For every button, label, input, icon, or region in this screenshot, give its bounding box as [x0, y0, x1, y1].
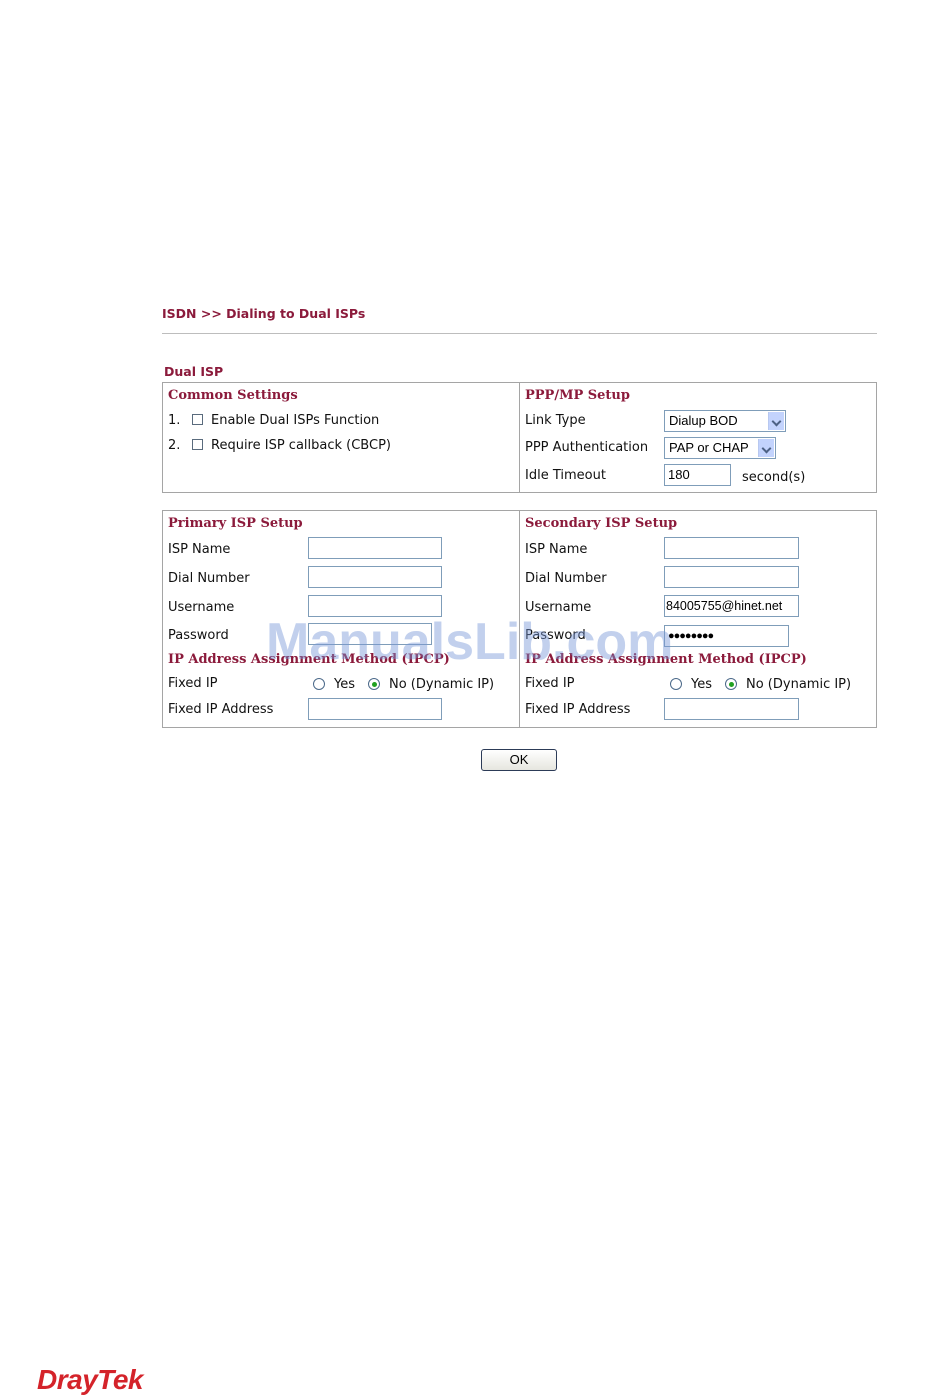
primary-fixed-ip-yes-radio[interactable] [313, 678, 325, 690]
idle-timeout-label: Idle Timeout [525, 468, 606, 483]
primary-fixed-ip-yes-label: Yes [334, 677, 355, 692]
divider [162, 333, 877, 334]
link-type-value: Dialup BOD [669, 413, 738, 428]
primary-dial-number-label: Dial Number [168, 571, 250, 586]
common-settings-header: Common Settings [168, 388, 298, 403]
watermark: ManualsLib.com [266, 613, 674, 671]
secondary-fixed-ip-address-label: Fixed IP Address [525, 702, 631, 717]
secondary-username-input[interactable]: 84005755@hinet.net [664, 595, 799, 617]
primary-username-label: Username [168, 600, 235, 615]
secondary-isp-header: Secondary ISP Setup [525, 516, 678, 531]
secondary-fixed-ip-yes-label: Yes [691, 677, 712, 692]
link-type-label: Link Type [525, 413, 586, 428]
primary-isp-header: Primary ISP Setup [168, 516, 303, 531]
section-title: Dual ISP [164, 364, 224, 379]
secondary-password-input[interactable]: ●●●●●●●● [664, 625, 789, 647]
primary-password-label: Password [168, 628, 229, 643]
ppp-auth-label: PPP Authentication [525, 440, 649, 455]
secondary-isp-name-label: ISP Name [525, 542, 588, 557]
secondary-fixed-ip-address-input[interactable] [664, 698, 799, 720]
primary-dial-number-input[interactable] [308, 566, 442, 588]
ppp-auth-value: PAP or CHAP [669, 440, 749, 455]
primary-isp-name-label: ISP Name [168, 542, 231, 557]
link-type-select[interactable]: Dialup BOD [664, 410, 786, 432]
chevron-down-icon [768, 412, 784, 430]
secondary-fixed-ip-no-label: No (Dynamic IP) [746, 677, 852, 692]
enable-dual-isp-checkbox[interactable] [192, 414, 203, 425]
common-settings-panel: Common Settings 1. Enable Dual ISPs Func… [162, 382, 877, 493]
primary-isp-name-input[interactable] [308, 537, 442, 559]
idle-timeout-input[interactable]: 180 [664, 464, 731, 486]
primary-fixed-ip-address-label: Fixed IP Address [168, 702, 274, 717]
require-cbcp-checkbox[interactable] [192, 439, 203, 450]
primary-fixed-ip-no-radio[interactable] [368, 678, 380, 690]
enable-dual-isp-label: Enable Dual ISPs Function [211, 413, 380, 428]
secondary-fixed-ip-yes-radio[interactable] [670, 678, 682, 690]
ppp-mp-header: PPP/MP Setup [525, 388, 630, 403]
item-number-2: 2. [168, 438, 181, 453]
draytek-logo: DrayTek [37, 1364, 143, 1395]
secondary-isp-name-input[interactable] [664, 537, 799, 559]
secondary-fixed-ip-label: Fixed IP [525, 676, 575, 691]
require-cbcp-label: Require ISP callback (CBCP) [211, 438, 391, 453]
idle-timeout-unit: second(s) [742, 470, 806, 485]
secondary-dial-number-input[interactable] [664, 566, 799, 588]
primary-fixed-ip-address-input[interactable] [308, 698, 442, 720]
primary-fixed-ip-no-label: No (Dynamic IP) [389, 677, 495, 692]
item-number-1: 1. [168, 413, 181, 428]
chevron-down-icon [758, 439, 774, 457]
breadcrumb: ISDN >> Dialing to Dual ISPs [162, 306, 366, 321]
ok-button[interactable]: OK [481, 749, 557, 771]
ppp-auth-select[interactable]: PAP or CHAP [664, 437, 776, 459]
primary-fixed-ip-label: Fixed IP [168, 676, 218, 691]
secondary-dial-number-label: Dial Number [525, 571, 607, 586]
secondary-fixed-ip-no-radio[interactable] [725, 678, 737, 690]
